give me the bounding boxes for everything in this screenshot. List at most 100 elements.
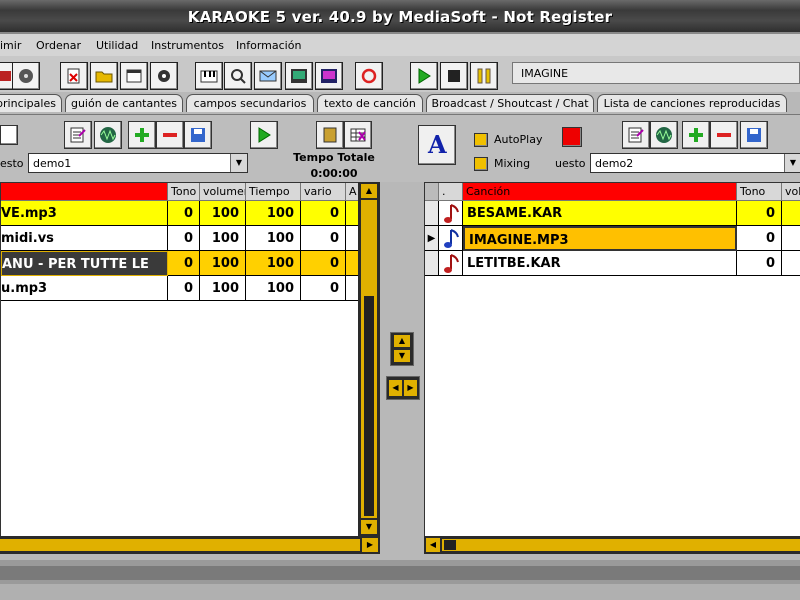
left-table-button[interactable]: [344, 121, 372, 149]
right-hscroll-track[interactable]: [442, 539, 800, 551]
toolbar-button-piano[interactable]: [195, 62, 223, 90]
now-playing-field: IMAGINE: [512, 62, 800, 84]
right-hscroll-thumb[interactable]: [444, 540, 456, 550]
scroll-right-icon[interactable]: ▶: [362, 538, 378, 552]
menu-item-imprimir[interactable]: imir: [0, 39, 21, 52]
left-scroll-thumb[interactable]: [364, 296, 374, 516]
left-row-name[interactable]: ANU - PER TUTTE LE: [1, 251, 168, 276]
toolbar-button-9[interactable]: [254, 62, 282, 90]
move-up-down-button[interactable]: ▲ ▼: [390, 332, 414, 366]
row-indicator: [425, 201, 439, 226]
right-row-name[interactable]: IMAGINE.MP3: [463, 226, 737, 251]
left-playlist-combo[interactable]: demo1 ▼: [28, 153, 248, 173]
left-header-name[interactable]: [1, 183, 168, 201]
right-row-name[interactable]: LETITBE.KAR: [463, 251, 737, 276]
left-row-vario: 0: [301, 276, 346, 301]
left-header-tono[interactable]: Tono: [168, 183, 200, 201]
scroll-left-icon[interactable]: ◀: [426, 538, 440, 552]
left-edit-button[interactable]: [64, 121, 92, 149]
scroll-down-icon[interactable]: ▼: [361, 520, 377, 534]
blank-box[interactable]: [0, 125, 18, 145]
tab-guion-cantantes[interactable]: guión de cantantes: [65, 94, 183, 112]
left-hscroll-track[interactable]: [0, 539, 360, 551]
font-button[interactable]: A: [418, 125, 456, 165]
left-scroll-track[interactable]: [361, 200, 377, 518]
right-save-button[interactable]: [740, 121, 768, 149]
toolbar-button-8[interactable]: [224, 62, 252, 90]
left-header-vario[interactable]: vario: [301, 183, 346, 201]
left-vertical-scrollbar[interactable]: ▲ ▼: [358, 182, 380, 536]
autoplay-label: AutoPlay: [494, 133, 543, 146]
left-combo-value: demo1: [33, 157, 72, 170]
right-edit-button[interactable]: [622, 121, 650, 149]
left-row-vol: 100: [200, 226, 246, 251]
right-song-grid: . Canción Tono vol BESAME.KAR 0 ▶ IMAGIN…: [424, 182, 800, 538]
video-icon: [291, 69, 307, 83]
music-note-icon: [439, 251, 463, 276]
arrow-left-icon: ◀: [389, 380, 402, 396]
tab-texto-cancion[interactable]: texto de canción: [317, 94, 423, 112]
toolbar-button-2[interactable]: [12, 62, 40, 90]
right-header-vol[interactable]: vol: [782, 183, 800, 201]
toolbar-button-3[interactable]: [60, 62, 88, 90]
menu-item-ordenar[interactable]: Ordenar: [36, 39, 81, 52]
autoplay-color-swatch[interactable]: [562, 127, 582, 147]
toolbar-button-10[interactable]: [285, 62, 313, 90]
left-header-volumen[interactable]: volumen: [200, 183, 246, 201]
left-row-vario: 0: [301, 251, 346, 276]
tab-broadcast[interactable]: Broadcast / Shoutcast / Chat: [426, 94, 594, 112]
toolbar-button-11[interactable]: [315, 62, 343, 90]
plus-icon: [135, 128, 149, 142]
left-header-tiempo[interactable]: Tiempo: [246, 183, 301, 201]
autoplay-checkbox[interactable]: [474, 133, 488, 147]
delete-doc-icon: [67, 68, 80, 84]
left-horizontal-scrollbar[interactable]: ▶: [0, 536, 380, 554]
left-row-tiempo: 100: [246, 226, 301, 251]
menu-item-utilidad[interactable]: Utilidad: [96, 39, 138, 52]
right-combo-value: demo2: [595, 157, 634, 170]
play-button[interactable]: [410, 62, 438, 90]
right-row-name[interactable]: BESAME.KAR: [463, 201, 737, 226]
toolbar-button-5[interactable]: [120, 62, 148, 90]
tab-principales[interactable]: principales: [0, 94, 62, 112]
toolbar-button-12[interactable]: [355, 62, 383, 90]
left-row-name[interactable]: u.mp3: [1, 276, 168, 301]
menu-item-instrumentos[interactable]: Instrumentos: [151, 39, 224, 52]
table-edit-icon: [350, 128, 366, 142]
mixing-checkbox[interactable]: [474, 157, 488, 171]
left-song-grid: Tono volumen Tiempo vario A VE.mp3 0 100…: [0, 182, 360, 538]
right-playlist-combo[interactable]: demo2 ▼: [590, 153, 800, 173]
right-header-cancion[interactable]: Canción: [463, 183, 737, 201]
menu-item-informacion[interactable]: Información: [236, 39, 301, 52]
right-remove-button[interactable]: [710, 121, 738, 149]
left-add-button[interactable]: [128, 121, 156, 149]
left-wave-button[interactable]: [94, 121, 122, 149]
left-play-button[interactable]: [250, 121, 278, 149]
refresh-icon: [361, 68, 377, 84]
checklist-icon: [628, 127, 644, 143]
left-note-button[interactable]: [316, 121, 344, 149]
stop-button[interactable]: [440, 62, 468, 90]
left-row-tono: 0: [168, 276, 200, 301]
move-left-right-button[interactable]: ◀ ▶: [386, 376, 420, 400]
left-row-name[interactable]: VE.mp3: [1, 201, 168, 226]
toolbar-button-open[interactable]: [90, 62, 118, 90]
right-row-vol: [782, 201, 800, 226]
left-combo-label: esto: [0, 157, 24, 170]
right-horizontal-scrollbar[interactable]: ◀: [424, 536, 800, 554]
tab-lista-reproducidas[interactable]: Lista de canciones reproducidas: [597, 94, 787, 112]
right-row-tono: 0: [737, 226, 782, 251]
pause-button[interactable]: [470, 62, 498, 90]
status-bar: [0, 584, 800, 600]
left-row-name[interactable]: midi.vs: [1, 226, 168, 251]
right-wave-button[interactable]: [650, 121, 678, 149]
tempo-totale-value: 0:00:00: [310, 167, 358, 180]
right-header-tono[interactable]: Tono: [737, 183, 782, 201]
right-add-button[interactable]: [682, 121, 710, 149]
left-remove-button[interactable]: [156, 121, 184, 149]
tab-campos-secundarios[interactable]: campos secundarios: [186, 94, 314, 112]
scroll-up-icon[interactable]: ▲: [361, 184, 377, 198]
toolbar-button-6[interactable]: [150, 62, 178, 90]
right-header-dot[interactable]: .: [439, 183, 463, 201]
left-save-button[interactable]: [184, 121, 212, 149]
